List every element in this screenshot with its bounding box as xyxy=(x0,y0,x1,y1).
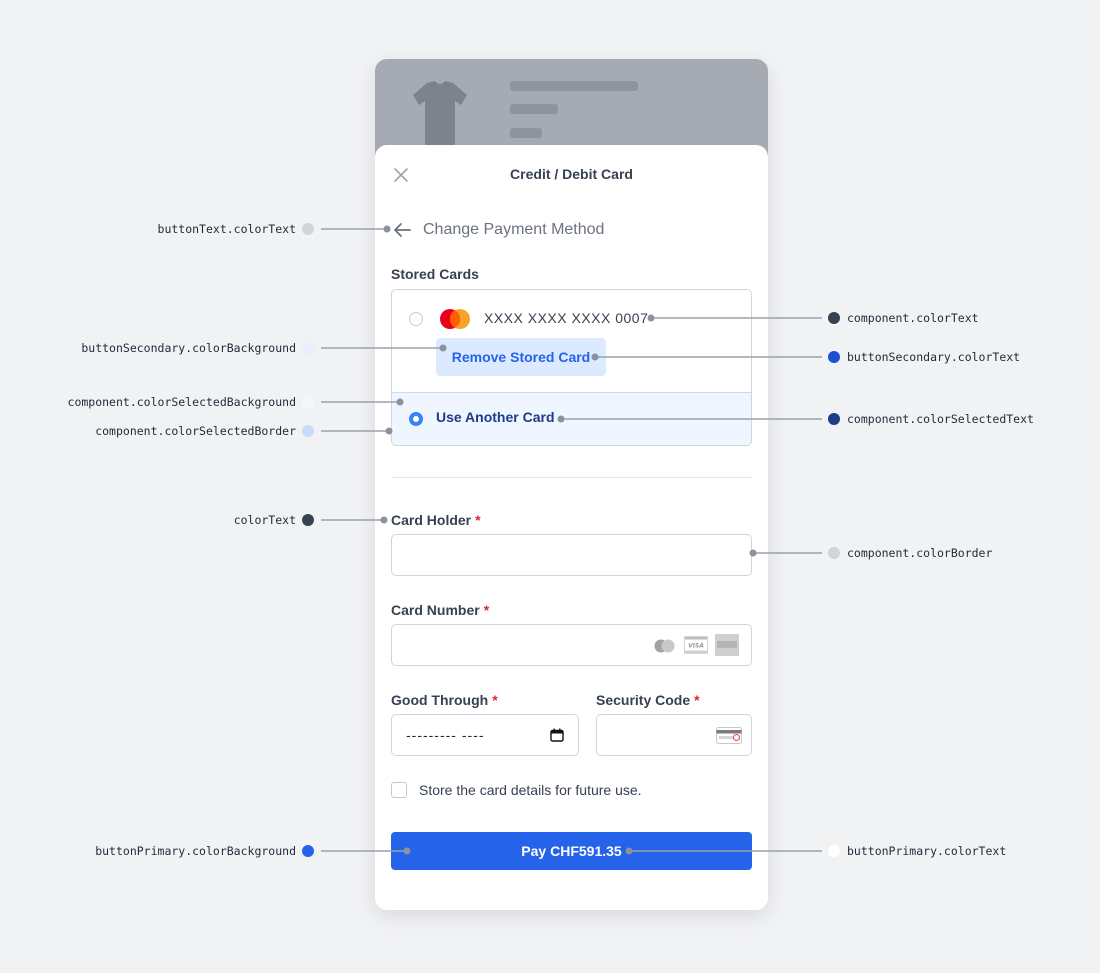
card-number-input[interactable]: VISA xyxy=(391,624,752,666)
required-mark: * xyxy=(492,692,498,708)
security-code-label-text: Security Code xyxy=(596,692,691,708)
annotation-label: component.colorText xyxy=(847,311,979,325)
color-swatch-dot xyxy=(302,396,314,408)
annotation-label: buttonPrimary.colorBackground xyxy=(95,844,296,858)
mastercard-icon xyxy=(654,639,675,653)
use-another-card-radio[interactable] xyxy=(409,412,423,426)
required-mark: * xyxy=(694,692,700,708)
pay-button[interactable]: Pay CHF591.35 xyxy=(391,832,752,870)
arrow-left-icon xyxy=(394,223,411,237)
card-number-label-text: Card Number xyxy=(391,602,480,618)
color-swatch-dot xyxy=(828,312,840,324)
color-swatch-dot xyxy=(828,351,840,363)
card-holder-input[interactable] xyxy=(391,534,752,576)
required-mark: * xyxy=(483,602,490,618)
product-name-placeholder xyxy=(510,81,638,91)
visa-icon: VISA xyxy=(684,636,708,654)
checkout-phone-frame: Credit / Debit Card Change Payment Metho… xyxy=(375,59,768,910)
remove-stored-card-button[interactable]: Remove Stored Card xyxy=(436,338,606,376)
color-swatch-dot xyxy=(828,413,840,425)
product-price-placeholder xyxy=(510,104,558,114)
change-payment-method-label: Change Payment Method xyxy=(423,221,605,238)
svg-text:VISA: VISA xyxy=(688,643,704,650)
store-card-checkbox[interactable] xyxy=(391,782,407,798)
stored-cards-label: Stored Cards xyxy=(391,266,479,282)
card-number-label: Card Number * xyxy=(391,602,489,618)
good-through-placeholder: --------- ---- xyxy=(406,727,485,743)
mastercard-icon xyxy=(440,309,470,329)
security-code-label: Security Code * xyxy=(596,692,700,708)
use-another-card-label: Use Another Card xyxy=(436,409,555,425)
annotation-label: component.colorSelectedBorder xyxy=(95,424,296,438)
good-through-input[interactable]: --------- ---- xyxy=(391,714,579,756)
annotation-label: component.colorSelectedBackground xyxy=(67,395,296,409)
color-swatch-dot xyxy=(828,845,840,857)
card-holder-label: Card Holder * xyxy=(391,512,481,528)
stored-card-number: XXXX XXXX XXXX 0007 xyxy=(484,310,649,326)
annotation-label: component.colorBorder xyxy=(847,546,993,560)
color-swatch-dot xyxy=(828,547,840,559)
stored-cards-list: XXXX XXXX XXXX 0007 Remove Stored Card U… xyxy=(391,289,752,446)
use-another-card-option[interactable]: Use Another Card xyxy=(392,392,751,445)
annotation-label: buttonSecondary.colorText xyxy=(847,350,1021,364)
stored-card-radio[interactable] xyxy=(409,312,423,326)
card-holder-label-text: Card Holder xyxy=(391,512,472,528)
amex-icon xyxy=(715,634,739,656)
security-code-input[interactable] xyxy=(596,714,752,756)
section-divider xyxy=(391,477,752,478)
annotation-label: buttonSecondary.colorBackground xyxy=(81,341,296,355)
calendar-icon[interactable] xyxy=(550,728,564,742)
sheet-title: Credit / Debit Card xyxy=(510,166,633,182)
required-mark: * xyxy=(475,512,481,528)
color-swatch-dot xyxy=(302,223,314,235)
good-through-label-text: Good Through xyxy=(391,692,489,708)
annotation-label: buttonPrimary.colorText xyxy=(847,844,1007,858)
change-payment-method-button[interactable]: Change Payment Method xyxy=(393,219,604,241)
cvc-card-icon xyxy=(716,727,742,744)
product-size-placeholder xyxy=(510,128,542,138)
color-swatch-dot xyxy=(302,342,314,354)
payment-sheet: Credit / Debit Card Change Payment Metho… xyxy=(375,145,768,910)
annotation-label: component.colorSelectedText xyxy=(847,412,1034,426)
color-swatch-dot xyxy=(302,514,314,526)
color-swatch-dot xyxy=(302,845,314,857)
annotation-label: colorText xyxy=(233,513,296,527)
color-swatch-dot xyxy=(302,425,314,437)
store-card-label: Store the card details for future use. xyxy=(419,782,642,798)
annotation-label: buttonText.colorText xyxy=(157,222,296,236)
good-through-label: Good Through * xyxy=(391,692,498,708)
